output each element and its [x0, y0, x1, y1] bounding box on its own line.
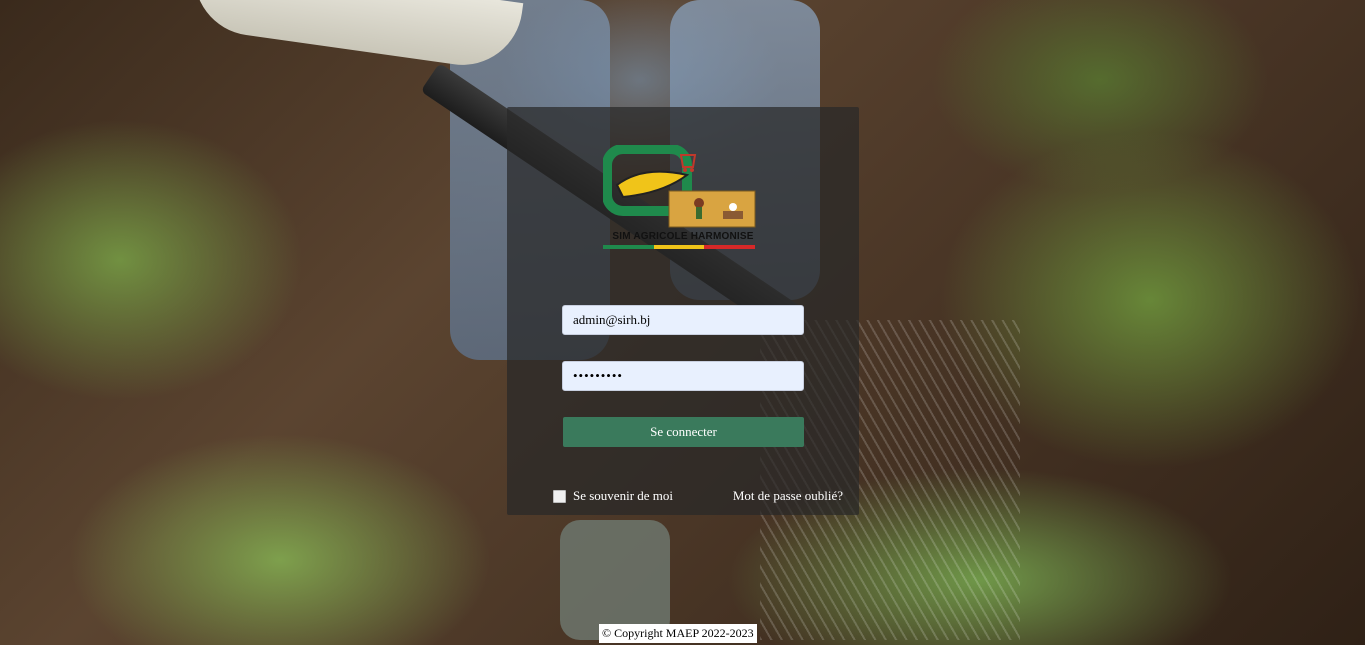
copyright-footer: © Copyright MAEP 2022-2023	[599, 624, 757, 643]
forgot-password-link[interactable]: Mot de passe oublié?	[733, 488, 843, 504]
background-watering-can	[186, 0, 524, 73]
email-field[interactable]	[562, 305, 804, 335]
background-boot	[560, 520, 670, 640]
remember-me-checkbox[interactable]	[553, 489, 566, 503]
login-button[interactable]: Se connecter	[563, 417, 804, 447]
logo-graphic	[602, 144, 756, 228]
logo-title: SIM AGRICOLE HARMONISE	[612, 231, 754, 242]
logo-flag-stripe	[603, 245, 756, 249]
login-panel: SIM AGRICOLE HARMONISE Se connecter Se s…	[507, 107, 859, 515]
sim-agricole-logo-icon: SIM AGRICOLE HARMONISE	[602, 144, 763, 253]
remember-me-label: Se souvenir de moi	[573, 488, 674, 503]
password-field[interactable]	[562, 361, 804, 391]
remember-me-option[interactable]: Se souvenir de moi	[553, 488, 673, 504]
